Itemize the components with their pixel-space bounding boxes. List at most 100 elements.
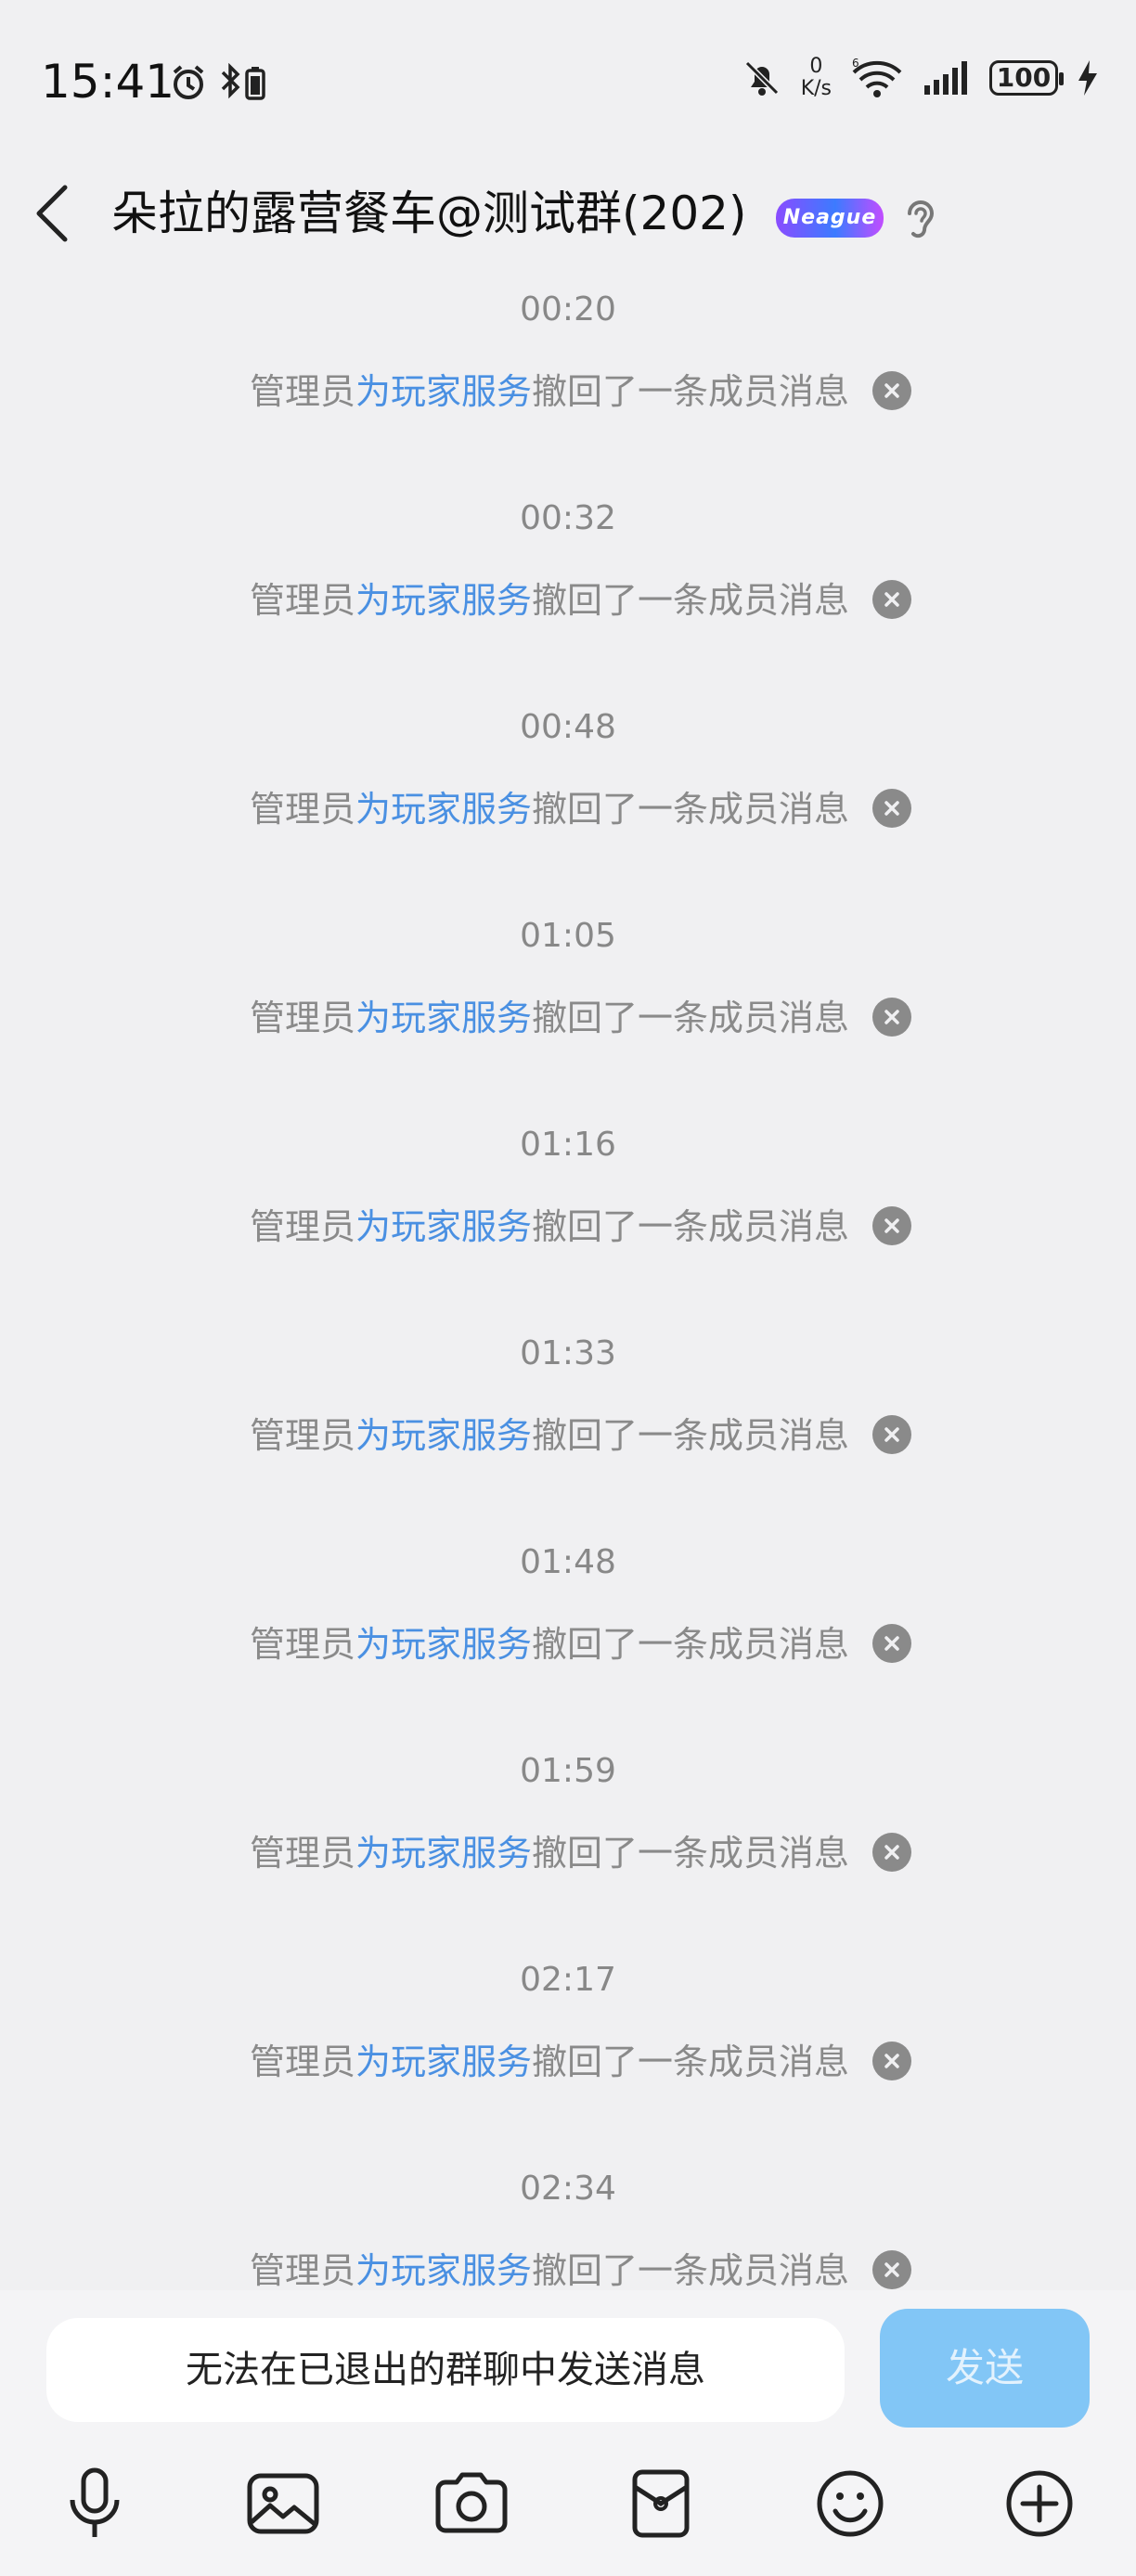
notice-prefix: 管理员 [249,1415,355,1456]
close-icon[interactable] [872,1624,911,1663]
recall-notice-text: 管理员为玩家服务撤回了一条成员消息 [250,1622,849,1667]
recall-notice-text: 管理员为玩家服务撤回了一条成员消息 [250,787,849,831]
recall-notice: 管理员为玩家服务撤回了一条成员消息 [0,996,1136,1040]
recall-notice: 管理员为玩家服务撤回了一条成员消息 [0,2040,1136,2084]
admin-name-link[interactable]: 为玩家服务 [355,1415,532,1456]
admin-name-link[interactable]: 为玩家服务 [355,1833,532,1874]
red-packet-icon[interactable] [624,2467,698,2541]
ear-icon[interactable] [900,193,941,245]
recall-notice-group: 01:16 管理员为玩家服务撤回了一条成员消息 [0,1114,1136,1322]
admin-name-link[interactable]: 为玩家服务 [355,2250,532,2290]
notice-suffix: 撤回了一条成员消息 [532,789,850,830]
recall-notice: 管理员为玩家服务撤回了一条成员消息 [0,2248,1136,2290]
message-timestamp: 00:48 [520,708,616,746]
admin-name-link[interactable]: 为玩家服务 [355,789,532,830]
message-timestamp: 01:16 [520,1126,616,1164]
notice-suffix: 撤回了一条成员消息 [532,998,850,1038]
notice-suffix: 撤回了一条成员消息 [532,1833,850,1874]
close-icon[interactable] [872,1415,911,1454]
notice-suffix: 撤回了一条成员消息 [532,1415,850,1456]
recall-notice-group: 00:48 管理员为玩家服务撤回了一条成员消息 [0,696,1136,905]
recall-notice-group: 02:34 管理员为玩家服务撤回了一条成员消息 [0,2157,1136,2290]
chevron-left-icon [36,185,68,242]
recall-notice: 管理员为玩家服务撤回了一条成员消息 [0,1204,1136,1249]
recall-notice-group: 01:59 管理员为玩家服务撤回了一条成员消息 [0,1740,1136,1949]
signal-icon [923,59,971,97]
bottom-toolbar [0,2439,1136,2576]
notice-prefix: 管理员 [249,2041,355,2082]
close-icon[interactable] [872,580,911,619]
recall-notice: 管理员为玩家服务撤回了一条成员消息 [0,1622,1136,1667]
notice-suffix: 撤回了一条成员消息 [532,1624,850,1665]
admin-name-link[interactable]: 为玩家服务 [355,371,532,412]
alarm-icon [169,63,208,102]
admin-name-link[interactable]: 为玩家服务 [355,1624,532,1665]
send-button[interactable]: 发送 [880,2309,1090,2428]
admin-name-link[interactable]: 为玩家服务 [355,1206,532,1247]
status-bar: 15:41 0 K/s 6 100 [0,0,1136,139]
message-input-disabled[interactable]: 无法在已退出的群聊中发送消息 [46,2318,845,2422]
svg-text:6: 6 [852,58,859,70]
close-icon[interactable] [872,998,911,1037]
notice-prefix: 管理员 [249,580,355,621]
input-bar: 无法在已退出的群聊中发送消息 发送 [0,2290,1136,2439]
recall-notice-text: 管理员为玩家服务撤回了一条成员消息 [250,2040,849,2084]
plus-icon[interactable] [1002,2467,1077,2541]
admin-name-link[interactable]: 为玩家服务 [355,580,532,621]
recall-notice-group: 00:20 管理员为玩家服务撤回了一条成员消息 [0,278,1136,487]
message-timestamp: 02:34 [520,2170,616,2208]
wifi-6-icon: 6 [850,58,904,98]
recall-notice-group: 01:48 管理员为玩家服务撤回了一条成员消息 [0,1531,1136,1740]
notice-suffix: 撤回了一条成员消息 [532,371,850,412]
recall-notice: 管理员为玩家服务撤回了一条成员消息 [0,1413,1136,1458]
close-icon[interactable] [872,2250,911,2289]
message-timestamp: 00:32 [520,499,616,537]
recall-notice-text: 管理员为玩家服务撤回了一条成员消息 [250,1413,849,1458]
emoji-icon[interactable] [813,2467,887,2541]
notice-prefix: 管理员 [249,1833,355,1874]
recall-notice-text: 管理员为玩家服务撤回了一条成员消息 [250,369,849,414]
camera-icon[interactable] [434,2467,509,2541]
recall-notice-text: 管理员为玩家服务撤回了一条成员消息 [250,578,849,623]
close-icon[interactable] [872,371,911,410]
message-timestamp: 01:48 [520,1543,616,1581]
recall-notice-text: 管理员为玩家服务撤回了一条成员消息 [250,996,849,1040]
notice-prefix: 管理员 [249,789,355,830]
recall-notice-group: 01:05 管理员为玩家服务撤回了一条成员消息 [0,905,1136,1114]
admin-name-link[interactable]: 为玩家服务 [355,2041,532,2082]
notice-suffix: 撤回了一条成员消息 [532,1206,850,1247]
back-button[interactable] [33,176,89,251]
notice-suffix: 撤回了一条成员消息 [532,580,850,621]
close-icon[interactable] [872,1833,911,1872]
message-timestamp: 01:59 [520,1752,616,1790]
notice-prefix: 管理员 [249,371,355,412]
recall-notice-text: 管理员为玩家服务撤回了一条成员消息 [250,1204,849,1249]
microphone-icon[interactable] [58,2467,132,2541]
message-timestamp: 00:20 [520,290,616,328]
recall-notice: 管理员为玩家服务撤回了一条成员消息 [0,578,1136,623]
battery-indicator: 100 [989,60,1064,96]
recall-notice: 管理员为玩家服务撤回了一条成员消息 [0,1831,1136,1875]
group-level-badge: Neague [776,199,884,238]
message-list[interactable]: 00:20 管理员为玩家服务撤回了一条成员消息 00:32 管理员为玩家服务撤回了一条… [0,278,1136,2290]
notice-prefix: 管理员 [249,998,355,1038]
recall-notice-group: 01:33 管理员为玩家服务撤回了一条成员消息 [0,1322,1136,1531]
close-icon[interactable] [872,1206,911,1245]
close-icon[interactable] [872,2041,911,2080]
notice-suffix: 撤回了一条成员消息 [532,2250,850,2290]
message-timestamp: 02:17 [520,1961,616,1999]
notice-suffix: 撤回了一条成员消息 [532,2041,850,2082]
recall-notice-text: 管理员为玩家服务撤回了一条成员消息 [250,1831,849,1875]
bluetooth-battery-icon [217,63,269,102]
chat-title[interactable]: 朵拉的露营餐车@测试群(202) [111,181,746,246]
recall-notice-text: 管理员为玩家服务撤回了一条成员消息 [250,2248,849,2290]
network-speed: 0 K/s [801,56,832,100]
notice-prefix: 管理员 [249,1624,355,1665]
notice-prefix: 管理员 [249,2250,355,2290]
recall-notice-group: 00:32 管理员为玩家服务撤回了一条成员消息 [0,487,1136,696]
image-icon[interactable] [246,2467,320,2541]
chat-header: 朵拉的露营餐车@测试群(202) Neague [0,139,1136,278]
close-icon[interactable] [872,789,911,828]
admin-name-link[interactable]: 为玩家服务 [355,998,532,1038]
recall-notice: 管理员为玩家服务撤回了一条成员消息 [0,369,1136,414]
